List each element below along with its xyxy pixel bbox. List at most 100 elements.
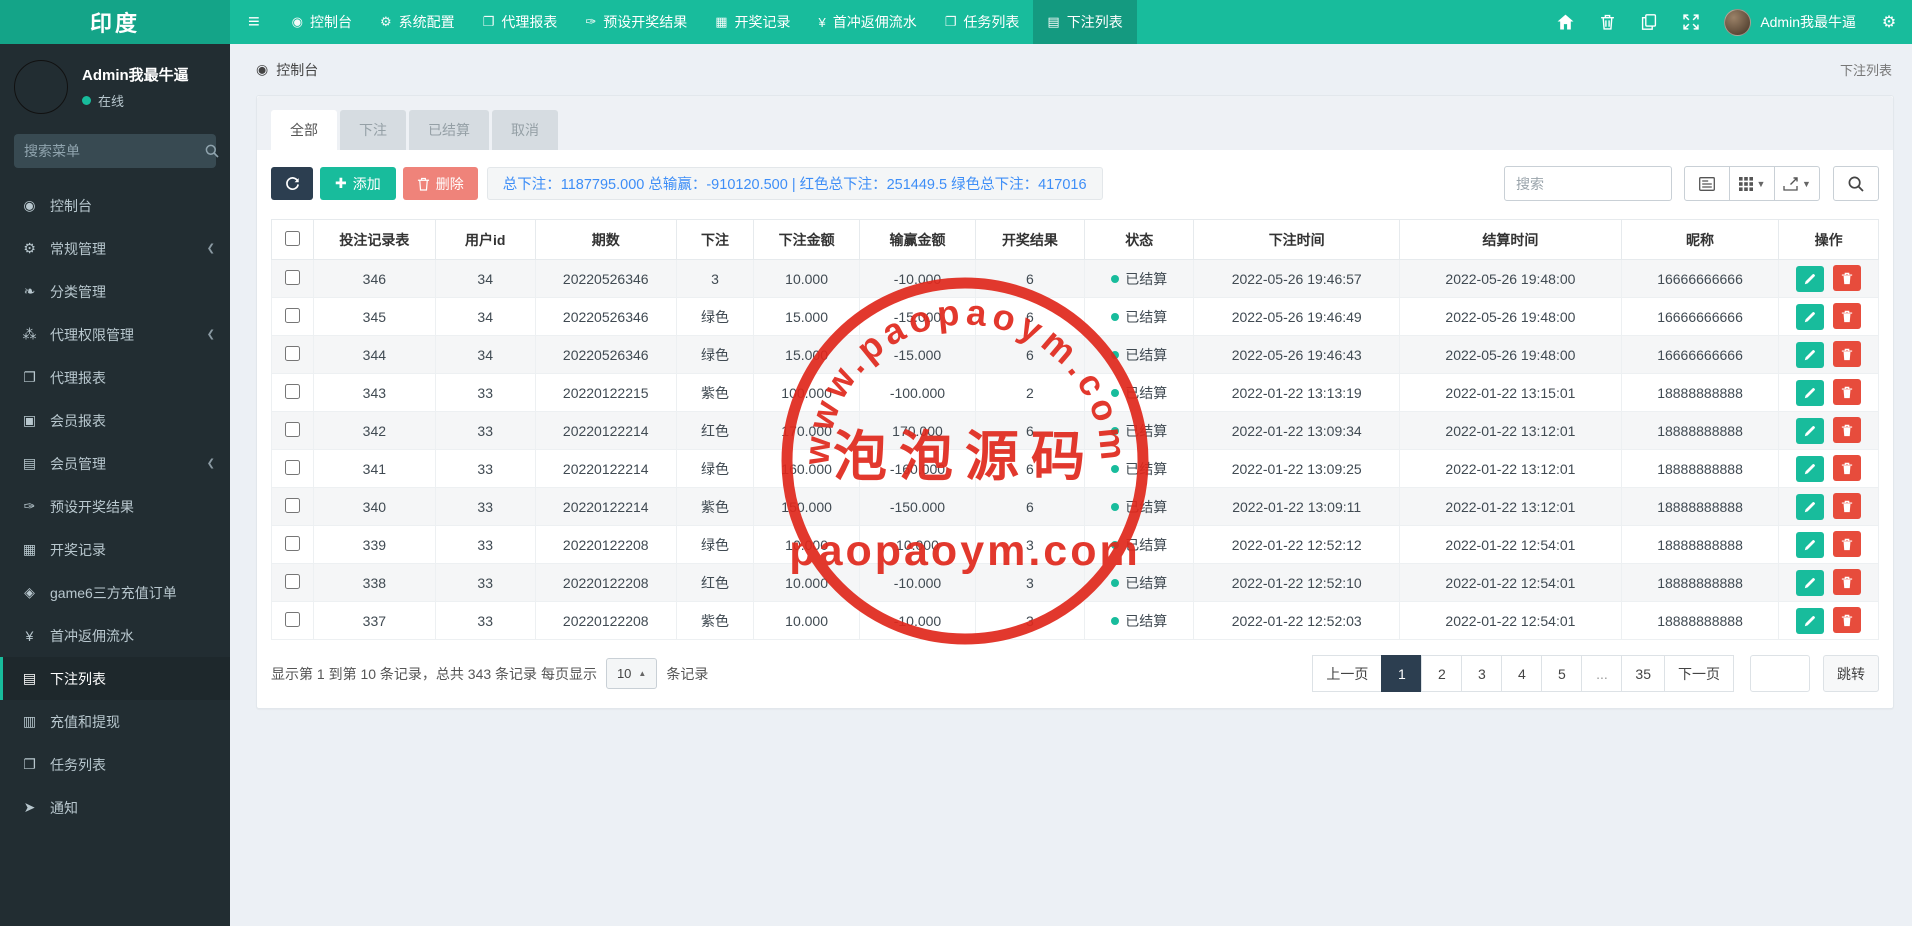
sidebar-item[interactable]: ❐ 代理报表 <box>0 356 230 399</box>
delete-row-button[interactable] <box>1833 265 1862 292</box>
cell-status: 已结算 <box>1084 297 1195 336</box>
sidebar-search-input[interactable] <box>24 143 205 159</box>
row-checkbox[interactable] <box>284 497 300 513</box>
cell-user-id: 34 <box>434 335 536 374</box>
navbar-item[interactable]: ⚙ 系统配置 <box>366 0 469 44</box>
cell-status: 已结算 <box>1084 601 1195 640</box>
filter-tab[interactable]: 全部 <box>271 110 337 150</box>
row-checkbox[interactable] <box>284 611 300 627</box>
navbar-item[interactable]: ¥ 首冲返佣流水 <box>805 0 931 44</box>
edit-button[interactable] <box>1796 265 1825 292</box>
page-button[interactable]: 35 <box>1621 655 1665 692</box>
row-checkbox[interactable] <box>284 535 300 551</box>
edit-button[interactable] <box>1796 607 1825 634</box>
export-button[interactable]: ▼ <box>1774 166 1820 201</box>
jump-button[interactable]: 跳转 <box>1823 655 1879 692</box>
add-button[interactable]: ✚ 添加 <box>320 167 396 200</box>
delete-row-button[interactable] <box>1833 341 1862 368</box>
settings-gear-icon[interactable]: ⚙ <box>1880 13 1898 31</box>
navbar-item[interactable]: ▦ 开奖记录 <box>701 0 804 44</box>
page-button[interactable]: 2 <box>1421 655 1463 692</box>
delete-row-button[interactable] <box>1833 493 1862 520</box>
navbar-item[interactable]: ▤ 下注列表 <box>1033 0 1137 44</box>
search-icon[interactable] <box>205 144 219 158</box>
sidebar-item[interactable]: ❐ 任务列表 <box>0 743 230 786</box>
jump-page-input[interactable] <box>1750 655 1810 692</box>
delete-row-button[interactable] <box>1833 303 1862 330</box>
filter-tab[interactable]: 已结算 <box>409 110 489 150</box>
sidebar-item[interactable]: ▤ 下注列表 <box>0 657 230 700</box>
sidebar-item[interactable]: ✑ 预设开奖结果 <box>0 485 230 528</box>
sidebar-item[interactable]: ▦ 开奖记录 <box>0 528 230 571</box>
table-search-input[interactable] <box>1504 166 1672 201</box>
navbar-item[interactable]: ❐ 任务列表 <box>931 0 1034 44</box>
row-checkbox[interactable] <box>284 459 300 475</box>
book-icon: ❐ <box>23 369 36 385</box>
online-dot-icon <box>82 96 91 105</box>
navbar-item[interactable]: ✑ 预设开奖结果 <box>571 0 701 44</box>
copy-icon[interactable] <box>1640 13 1658 31</box>
search-button[interactable] <box>1833 166 1879 201</box>
select-all-checkbox[interactable] <box>284 230 300 246</box>
row-checkbox[interactable] <box>284 383 300 399</box>
sidebar-item[interactable]: ◈ game6三方充值订单 <box>0 571 230 614</box>
edit-button[interactable] <box>1796 417 1825 444</box>
page-size-select[interactable]: 10 ▲ <box>605 658 658 689</box>
edit-button[interactable] <box>1796 379 1825 406</box>
delete-row-button[interactable] <box>1833 607 1862 634</box>
row-checkbox[interactable] <box>284 269 300 285</box>
column-header: 结算时间 <box>1399 219 1622 260</box>
nav-item-label: 代理报表 <box>501 14 558 30</box>
sidebar-item[interactable]: ❧ 分类管理 <box>0 270 230 313</box>
filter-tab[interactable]: 下注 <box>340 110 406 150</box>
cell-winlose-amount: -15.000 <box>859 335 976 374</box>
sidebar-item[interactable]: ▥ 充值和提现 <box>0 700 230 743</box>
fullscreen-icon[interactable] <box>1682 13 1700 31</box>
tasks-icon: ❐ <box>23 756 36 772</box>
sidebar-item[interactable]: ⚙ 常规管理 ❮ <box>0 227 230 270</box>
edit-button[interactable] <box>1796 455 1825 482</box>
column-header: 输赢金额 <box>859 219 976 260</box>
edit-button[interactable] <box>1796 303 1825 330</box>
delete-row-button[interactable] <box>1833 531 1862 558</box>
column-header: 下注金额 <box>753 219 861 260</box>
row-checkbox[interactable] <box>284 421 300 437</box>
sidebar-item[interactable]: ⁂ 代理权限管理 ❮ <box>0 313 230 356</box>
page-button[interactable]: 5 <box>1541 655 1583 692</box>
sidebar-item[interactable]: ➤ 通知 <box>0 786 230 829</box>
sidebar-item[interactable]: ◉ 控制台 <box>0 184 230 227</box>
row-checkbox[interactable] <box>284 307 300 323</box>
delete-button[interactable]: 删除 <box>402 167 478 200</box>
navbar-user-menu[interactable]: Admin我最牛逼 <box>1724 8 1856 36</box>
filter-tab[interactable]: 取消 <box>492 110 558 150</box>
breadcrumb-item[interactable]: 控制台 <box>276 60 318 80</box>
page-button[interactable]: 3 <box>1461 655 1503 692</box>
edit-button[interactable] <box>1796 569 1825 596</box>
edit-button[interactable] <box>1796 341 1825 368</box>
page-button[interactable]: 上一页 <box>1312 655 1383 692</box>
page-button[interactable]: 1 <box>1381 655 1423 692</box>
sidebar-item[interactable]: ▣ 会员报表 <box>0 399 230 442</box>
delete-row-button[interactable] <box>1833 455 1862 482</box>
page-button[interactable]: 4 <box>1501 655 1543 692</box>
columns-toggle-button[interactable]: ▼ <box>1729 166 1775 201</box>
delete-row-button[interactable] <box>1833 379 1862 406</box>
bet-records-table: 投注记录表 用户id 期数 下注 下注金额 输赢金额 开奖结果 状态 下注时间 结算时间 昵称 操作 … <box>271 219 1879 640</box>
detail-view-button[interactable] <box>1684 166 1730 201</box>
navbar-item[interactable]: ❐ 代理报表 <box>469 0 572 44</box>
sidebar-toggle-icon[interactable]: ≡ <box>230 0 278 44</box>
column-header: 期数 <box>534 219 677 260</box>
delete-row-button[interactable] <box>1833 417 1862 444</box>
navbar-item[interactable]: ◉ 控制台 <box>278 0 366 44</box>
page-button[interactable]: 下一页 <box>1664 655 1734 692</box>
row-checkbox[interactable] <box>284 573 300 589</box>
sidebar-item[interactable]: ¥ 首冲返佣流水 <box>0 614 230 657</box>
sidebar-item[interactable]: ▤ 会员管理 ❮ <box>0 442 230 485</box>
home-icon[interactable] <box>1556 13 1574 31</box>
delete-row-button[interactable] <box>1833 569 1862 596</box>
row-checkbox[interactable] <box>284 345 300 361</box>
refresh-button[interactable] <box>271 167 313 200</box>
edit-button[interactable] <box>1796 531 1825 558</box>
trash-icon[interactable] <box>1598 13 1616 31</box>
edit-button[interactable] <box>1796 493 1825 520</box>
